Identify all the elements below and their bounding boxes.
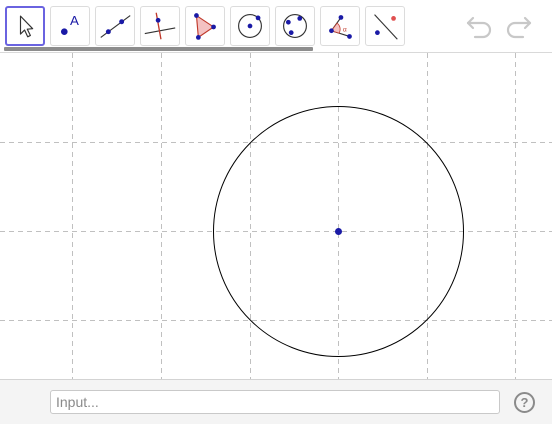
line-tool-button[interactable]	[95, 6, 135, 46]
algebra-input-field[interactable]	[50, 390, 500, 414]
undo-button[interactable]	[464, 12, 496, 40]
polygon-icon	[194, 13, 216, 40]
perpendicular-line-tool-button[interactable]	[140, 6, 180, 46]
circle-three-points-tool-button[interactable]	[275, 6, 315, 46]
input-help-button[interactable]: ?	[514, 392, 535, 413]
angle-tool-button[interactable]: α	[320, 6, 360, 46]
circle-center-point[interactable]	[335, 228, 342, 235]
point-tool-button[interactable]: A	[50, 6, 90, 46]
graphics-canvas[interactable]	[0, 53, 552, 379]
graphics-view[interactable]	[0, 53, 552, 379]
perpendicular-line-icon	[144, 12, 176, 40]
toolbar: A α	[0, 0, 552, 53]
toolbar-scrollbar[interactable]	[4, 47, 313, 51]
circle-center-point-tool-button[interactable]	[230, 6, 270, 46]
move-cursor-icon	[19, 15, 34, 38]
line-icon	[100, 15, 131, 38]
point-icon: A	[60, 13, 79, 36]
point-tool-label: A	[70, 13, 79, 28]
undo-icon	[466, 16, 492, 39]
polygon-tool-button[interactable]	[185, 6, 225, 46]
move-tool-button[interactable]	[5, 6, 45, 46]
redo-icon	[506, 16, 532, 39]
grid-lines	[0, 53, 552, 379]
circle-center-point-icon	[238, 14, 262, 38]
reflect-tool-button[interactable]	[365, 6, 405, 46]
svg-text:α: α	[343, 27, 347, 34]
algebra-input-bar: ?	[0, 379, 552, 424]
angle-icon: α	[329, 15, 352, 39]
reflect-icon	[374, 14, 398, 40]
circle-three-points-icon	[283, 14, 307, 38]
redo-button[interactable]	[502, 12, 534, 40]
